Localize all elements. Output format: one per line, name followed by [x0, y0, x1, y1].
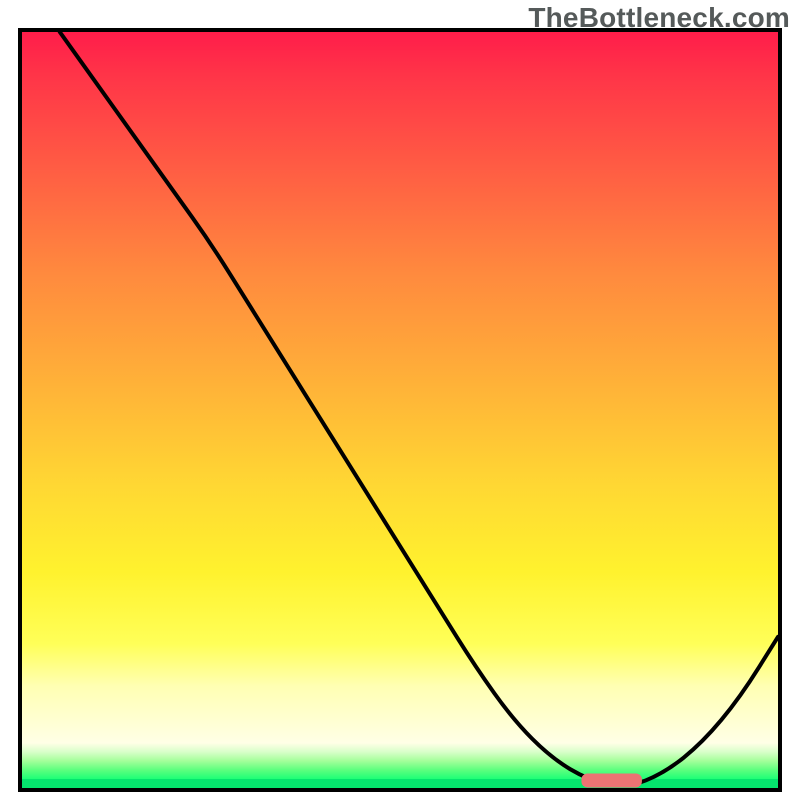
plot-area: [18, 28, 782, 792]
watermark-text: TheBottleneck.com: [528, 2, 790, 34]
bottleneck-chart: TheBottleneck.com: [0, 0, 800, 800]
optimal-range-marker: [581, 773, 641, 787]
curve-overlay: [22, 32, 778, 788]
bottleneck-curve-line: [60, 32, 778, 785]
